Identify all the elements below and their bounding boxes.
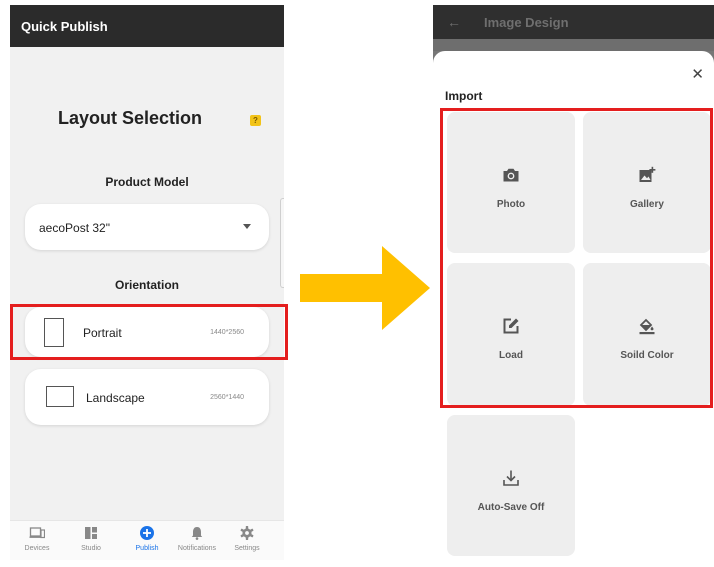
app-title: Quick Publish xyxy=(21,19,108,34)
caret-down-icon xyxy=(243,224,251,229)
app-title: Image Design xyxy=(484,15,569,30)
side-drawer-handle[interactable] xyxy=(280,198,284,288)
product-model-label: Product Model xyxy=(105,175,189,189)
product-model-dropdown[interactable]: aecoPost 32" xyxy=(25,204,269,250)
portrait-highlight-box xyxy=(10,304,288,360)
nav-label: Settings xyxy=(234,545,260,552)
app-bar: ← Image Design xyxy=(433,5,714,39)
nav-item-studio[interactable]: Studio xyxy=(65,525,117,552)
gear-icon xyxy=(240,526,254,540)
page-title: Layout Selection xyxy=(57,108,203,128)
nav-label: Publish xyxy=(135,545,159,552)
devices-icon xyxy=(29,527,45,539)
studio-icon xyxy=(85,527,97,539)
nav-label: Devices xyxy=(24,545,50,552)
nav-item-settings[interactable]: Settings xyxy=(221,525,273,552)
quick-publish-screen: Quick Publish Layout Selection ? Product… xyxy=(10,5,284,560)
help-icon[interactable]: ? xyxy=(250,115,261,126)
tile-label: Auto-Save Off xyxy=(477,502,545,513)
auto-save-toggle-button[interactable]: Auto-Save Off xyxy=(447,415,575,556)
landscape-rectangle-icon xyxy=(46,386,74,407)
nav-label: Notifications xyxy=(177,545,217,552)
product-model-value: aecoPost 32" xyxy=(39,221,110,235)
nav-label: Studio xyxy=(81,545,101,552)
import-options-highlight-box xyxy=(440,108,713,408)
nav-item-publish[interactable]: Publish xyxy=(121,525,173,552)
orientation-name: Landscape xyxy=(86,391,145,405)
nav-item-devices[interactable]: Devices xyxy=(11,525,63,552)
back-arrow-icon[interactable]: ← xyxy=(447,14,461,30)
orientation-resolution: 2560*1440 xyxy=(210,394,244,401)
bell-icon xyxy=(191,527,203,540)
publish-plus-icon xyxy=(140,526,154,540)
dimmed-background xyxy=(433,39,714,51)
sheet-title: Import xyxy=(445,89,483,103)
nav-item-notifications[interactable]: Notifications xyxy=(171,525,223,552)
app-bar: Quick Publish xyxy=(10,5,284,47)
orientation-label: Orientation xyxy=(114,278,179,292)
download-icon xyxy=(503,470,519,486)
bottom-navigation: Devices Studio Publish Notifications Set… xyxy=(10,520,284,560)
orientation-option-landscape[interactable]: Landscape 2560*1440 xyxy=(25,369,269,425)
right-arrow-icon xyxy=(300,246,430,330)
close-icon[interactable]: ✕ xyxy=(691,65,704,83)
